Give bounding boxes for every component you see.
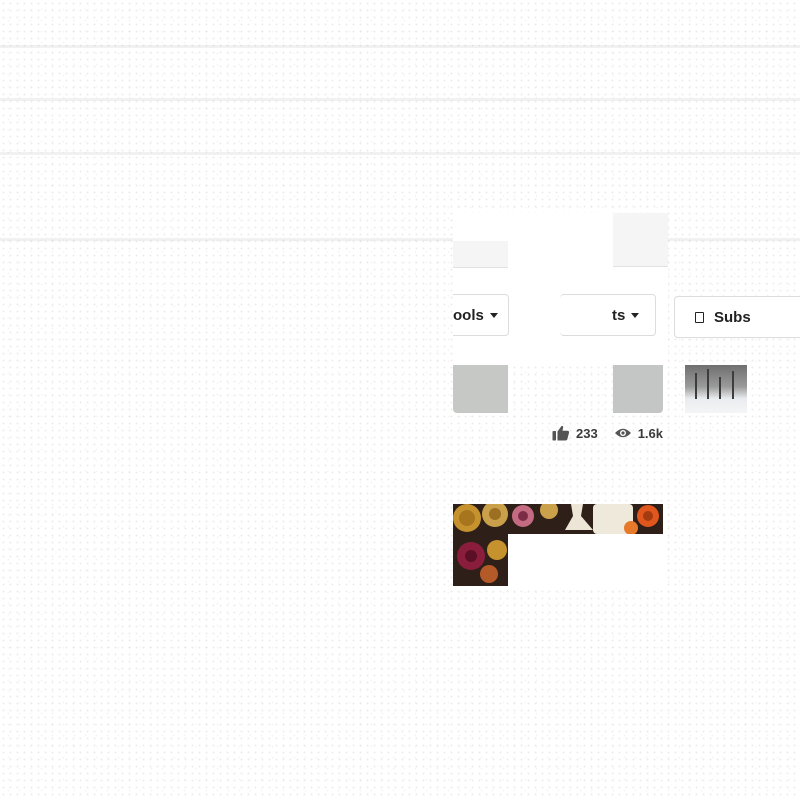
assets-filter-label: ts [612, 306, 626, 324]
noise-background [0, 0, 800, 800]
tree-shape [732, 371, 734, 399]
flowers-thumbnail[interactable] [453, 504, 663, 586]
divider [0, 45, 800, 48]
eye-icon [614, 428, 631, 438]
subscribe-button[interactable]: Subs [674, 296, 800, 338]
views-stat: 1.6k [614, 426, 663, 441]
page: ools ts Subs 233 1.6k [0, 0, 800, 800]
tools-filter-button[interactable]: ools [453, 294, 509, 336]
thumbs-up-icon [552, 425, 570, 441]
thumbnail-image[interactable] [453, 365, 508, 413]
tools-filter-label: ools [453, 306, 484, 324]
assets-filter-button[interactable]: ts [560, 294, 656, 336]
subscribe-label: Subs [714, 308, 751, 326]
filter-bar: ools ts Subs [0, 294, 800, 338]
divider [0, 238, 800, 241]
card-stats: 233 1.6k [552, 424, 663, 442]
views-count: 1.6k [637, 425, 664, 441]
likes-count: 233 [576, 425, 598, 441]
document-icon [695, 311, 704, 323]
divider [0, 98, 800, 101]
tree-shape [719, 377, 721, 399]
caret-down-icon [631, 312, 640, 318]
caret-down-icon [489, 312, 498, 318]
image-mask [508, 534, 663, 586]
focus-panel [453, 213, 668, 365]
placeholder-block [453, 241, 508, 268]
tree-shape [707, 369, 709, 399]
placeholder-block [613, 213, 668, 267]
tree-shape [695, 373, 697, 399]
likes-stat[interactable]: 233 [552, 425, 598, 441]
snowy-forest-thumbnail[interactable] [685, 365, 747, 413]
divider [0, 152, 800, 155]
thumbnail-image[interactable] [613, 365, 663, 413]
